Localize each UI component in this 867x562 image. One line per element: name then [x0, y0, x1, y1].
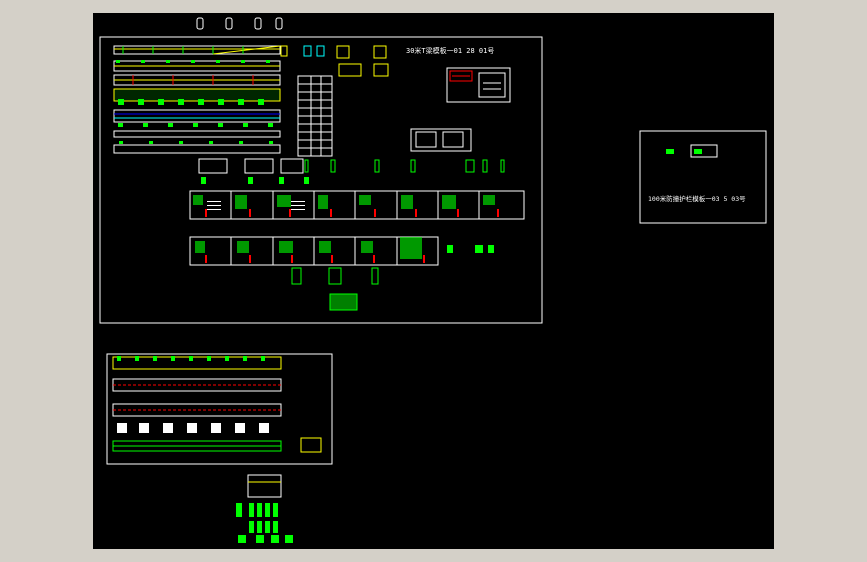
lower-sheet[interactable] — [106, 353, 333, 465]
lower-sheet-frame — [106, 353, 333, 465]
side-sheet-mark — [666, 149, 674, 154]
bottom-section-details — [291, 267, 379, 311]
detail-box-center — [410, 128, 472, 152]
quantity-table — [297, 75, 333, 157]
tree-detail[interactable] — [236, 474, 293, 543]
main-sheet-title: 30米T梁模板一01 28 01号 — [406, 46, 494, 55]
side-sheet[interactable]: 100米防撞护栏模板一03 5 03号 — [639, 130, 767, 224]
panel-elevations-row2 — [189, 236, 494, 266]
lower-sheet-content — [112, 356, 322, 453]
panel-elevations-row1 — [189, 190, 525, 220]
top-symbols — [196, 17, 283, 30]
formwork-row-top — [198, 158, 505, 184]
cad-drawing-canvas: 30米T梁模板一01 28 01号 100米防撞护栏模板一03 5 03号 — [99, 17, 767, 543]
main-sheet[interactable]: 30米T梁模板一01 28 01号 — [99, 36, 543, 324]
detail-box-right — [446, 67, 511, 103]
side-sheet-title: 100米防撞护栏模板一03 5 03号 — [648, 194, 746, 203]
beam-elevation-views — [113, 45, 281, 154]
cad-drawing-viewport[interactable]: 30米T梁模板一01 28 01号 100米防撞护栏模板一03 5 03号 — [93, 13, 774, 549]
section-symbols — [280, 45, 389, 77]
